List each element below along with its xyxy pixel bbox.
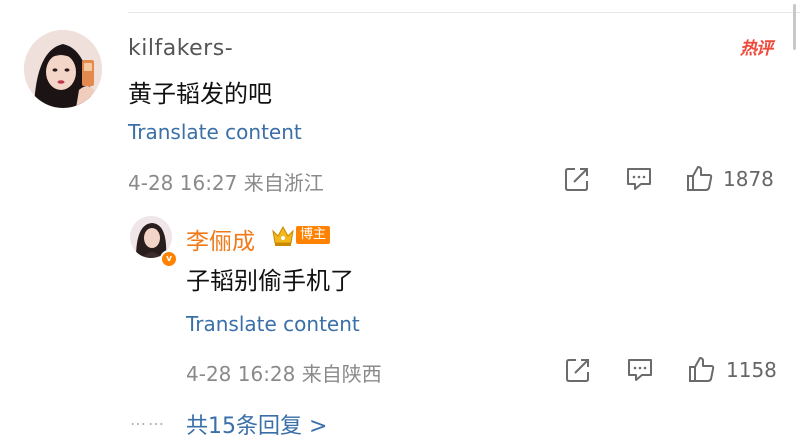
comment-timestamp: 4-28 16:27 <box>128 171 238 195</box>
comment-username[interactable]: kilfakers- <box>128 36 233 61</box>
reply-comment-icon[interactable] <box>626 356 654 384</box>
avatar-image <box>24 30 102 108</box>
comment-text: 黄子韬发的吧 <box>128 80 272 108</box>
like-count: 1878 <box>723 167 774 191</box>
reply-text: 子韬别偷手机了 <box>186 267 354 295</box>
share-icon[interactable] <box>563 165 591 193</box>
reply-username[interactable]: 李俪成 <box>186 222 255 256</box>
divider <box>128 12 800 13</box>
reply-translate-link[interactable]: Translate content <box>186 312 360 336</box>
verified-icon: v <box>160 250 178 268</box>
more-replies-link[interactable]: 共15条回复 > <box>186 408 327 440</box>
blogger-badge: 博主 <box>296 226 331 244</box>
reply-like-count: 1158 <box>726 358 777 382</box>
comment-location: 来自浙江 <box>243 171 324 195</box>
comment-icon[interactable] <box>625 165 653 193</box>
translate-link[interactable]: Translate content <box>128 120 302 144</box>
avatar[interactable] <box>24 30 102 108</box>
reply-share-icon[interactable] <box>564 356 592 384</box>
comment-meta: 4-28 16:27 来自浙江 <box>128 167 324 196</box>
crown-icon <box>272 225 294 246</box>
reply-location: 来自陕西 <box>301 362 382 386</box>
scrollbar[interactable] <box>793 4 796 50</box>
like-icon[interactable] <box>685 164 713 192</box>
reply-timestamp: 4-28 16:28 <box>186 362 296 386</box>
reply-like-icon[interactable] <box>687 355 715 383</box>
reply-meta: 4-28 16:28 来自陕西 <box>186 358 382 387</box>
thread-dots: …… <box>130 410 166 429</box>
hot-comment-badge: 热评 <box>740 39 773 59</box>
